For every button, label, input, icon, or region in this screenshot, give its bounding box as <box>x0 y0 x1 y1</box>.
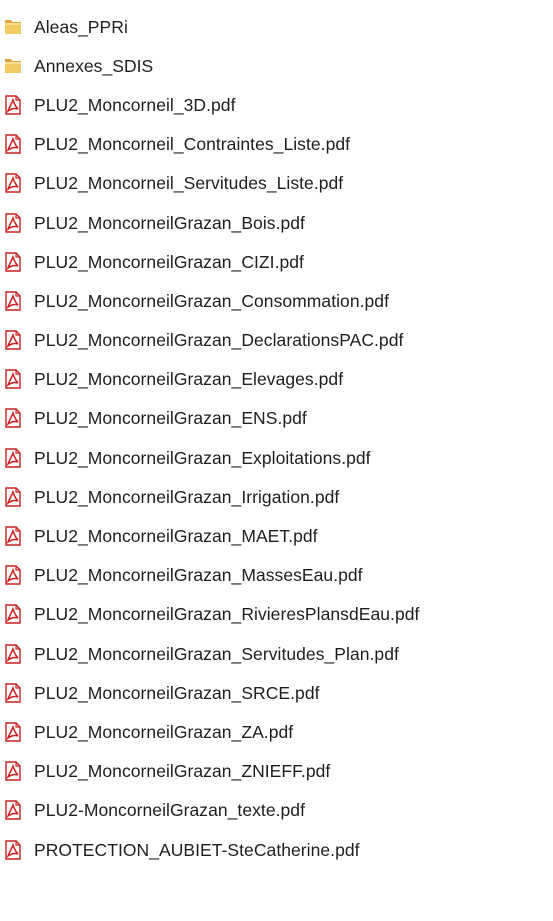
file-name: PLU2_MoncorneilGrazan_Bois.pdf <box>34 212 305 233</box>
folder-icon <box>5 58 21 73</box>
pdf-icon <box>5 761 21 781</box>
file-list: Aleas_PPRi Annexes_SDIS PLU2_Moncorneil_… <box>0 0 553 921</box>
file-name: PLU2_MoncorneilGrazan_RivieresPlansdEau.… <box>34 604 420 625</box>
file-name: PLU2_MoncorneilGrazan_Servitudes_Plan.pd… <box>34 643 399 664</box>
file-name: PLU2_Moncorneil_Servitudes_Liste.pdf <box>34 173 344 194</box>
list-item[interactable]: PLU2_MoncorneilGrazan_Exploitations.pdf <box>0 438 553 477</box>
list-item[interactable]: PLU2_Moncorneil_Servitudes_Liste.pdf <box>0 164 553 203</box>
list-item[interactable]: PLU2_MoncorneilGrazan_MassesEau.pdf <box>0 556 553 595</box>
list-item[interactable]: PLU2_Moncorneil_3D.pdf <box>0 85 553 124</box>
file-name: PLU2_MoncorneilGrazan_DeclarationsPAC.pd… <box>34 330 404 351</box>
pdf-icon <box>5 526 21 546</box>
pdf-icon <box>5 369 21 389</box>
list-item[interactable]: PLU2_MoncorneilGrazan_DeclarationsPAC.pd… <box>0 321 553 360</box>
list-item[interactable]: PLU2_MoncorneilGrazan_ZNIEFF.pdf <box>0 752 553 791</box>
pdf-icon <box>5 565 21 585</box>
file-name: PLU2_MoncorneilGrazan_Exploitations.pdf <box>34 447 371 468</box>
file-name: PLU2_MoncorneilGrazan_ENS.pdf <box>34 408 307 429</box>
file-name: PLU2_MoncorneilGrazan_MassesEau.pdf <box>34 565 363 586</box>
pdf-icon <box>5 447 21 468</box>
list-item[interactable]: PLU2_MoncorneilGrazan_ZA.pdf <box>0 712 553 751</box>
list-item[interactable]: Annexes_SDIS <box>0 46 553 85</box>
list-item[interactable]: PLU2_Moncorneil_Contraintes_Liste.pdf <box>0 125 553 164</box>
list-item[interactable]: PLU2_MoncorneilGrazan_Bois.pdf <box>0 203 553 242</box>
file-name: PLU2_MoncorneilGrazan_Elevages.pdf <box>34 369 344 390</box>
list-item[interactable]: PROTECTION_AUBIET-SteCatherine.pdf <box>0 830 553 869</box>
list-item[interactable]: PLU2_MoncorneilGrazan_Elevages.pdf <box>0 360 553 399</box>
file-name: PLU2_MoncorneilGrazan_ZNIEFF.pdf <box>34 761 331 782</box>
file-name: PLU2-MoncorneilGrazan_texte.pdf <box>34 800 305 821</box>
pdf-icon <box>5 683 21 703</box>
pdf-icon <box>5 291 21 311</box>
pdf-icon <box>5 212 21 233</box>
file-name: PLU2_MoncorneilGrazan_SRCE.pdf <box>34 682 320 703</box>
list-item[interactable]: PLU2_MoncorneilGrazan_RivieresPlansdEau.… <box>0 595 553 634</box>
pdf-icon <box>5 330 21 350</box>
file-name: PLU2_Moncorneil_Contraintes_Liste.pdf <box>34 134 351 155</box>
file-name: PROTECTION_AUBIET-SteCatherine.pdf <box>34 839 360 860</box>
file-name: PLU2_MoncorneilGrazan_MAET.pdf <box>34 526 318 547</box>
folder-icon <box>5 19 21 34</box>
pdf-icon <box>5 722 21 742</box>
list-item[interactable]: PLU2_MoncorneilGrazan_CIZI.pdf <box>0 242 553 281</box>
list-item[interactable]: PLU2_MoncorneilGrazan_ENS.pdf <box>0 399 553 438</box>
file-name: Annexes_SDIS <box>34 55 154 76</box>
list-item[interactable]: PLU2_MoncorneilGrazan_MAET.pdf <box>0 516 553 555</box>
pdf-icon <box>5 604 21 625</box>
pdf-icon <box>5 839 21 860</box>
list-item[interactable]: Aleas_PPRi <box>0 7 553 46</box>
list-item[interactable]: PLU2_MoncorneilGrazan_Consommation.pdf <box>0 281 553 320</box>
file-name: PLU2_Moncorneil_3D.pdf <box>34 94 236 115</box>
list-item[interactable]: PLU2_MoncorneilGrazan_SRCE.pdf <box>0 673 553 712</box>
file-name: PLU2_MoncorneilGrazan_Irrigation.pdf <box>34 486 340 507</box>
file-name: PLU2_MoncorneilGrazan_ZA.pdf <box>34 721 294 742</box>
list-item[interactable]: PLU2_MoncorneilGrazan_Irrigation.pdf <box>0 477 553 516</box>
file-name: PLU2_MoncorneilGrazan_CIZI.pdf <box>34 251 304 272</box>
pdf-icon <box>5 800 21 821</box>
pdf-icon <box>5 134 21 154</box>
file-name: Aleas_PPRi <box>34 16 128 37</box>
list-item[interactable]: PLU2_MoncorneilGrazan_Servitudes_Plan.pd… <box>0 634 553 673</box>
file-name: PLU2_MoncorneilGrazan_Consommation.pdf <box>34 290 390 311</box>
pdf-icon <box>5 487 21 507</box>
pdf-icon <box>5 643 21 664</box>
pdf-icon <box>5 95 21 115</box>
list-item[interactable]: PLU2-MoncorneilGrazan_texte.pdf <box>0 791 553 830</box>
pdf-icon <box>5 173 21 194</box>
pdf-icon <box>5 408 21 429</box>
pdf-icon <box>5 252 21 272</box>
